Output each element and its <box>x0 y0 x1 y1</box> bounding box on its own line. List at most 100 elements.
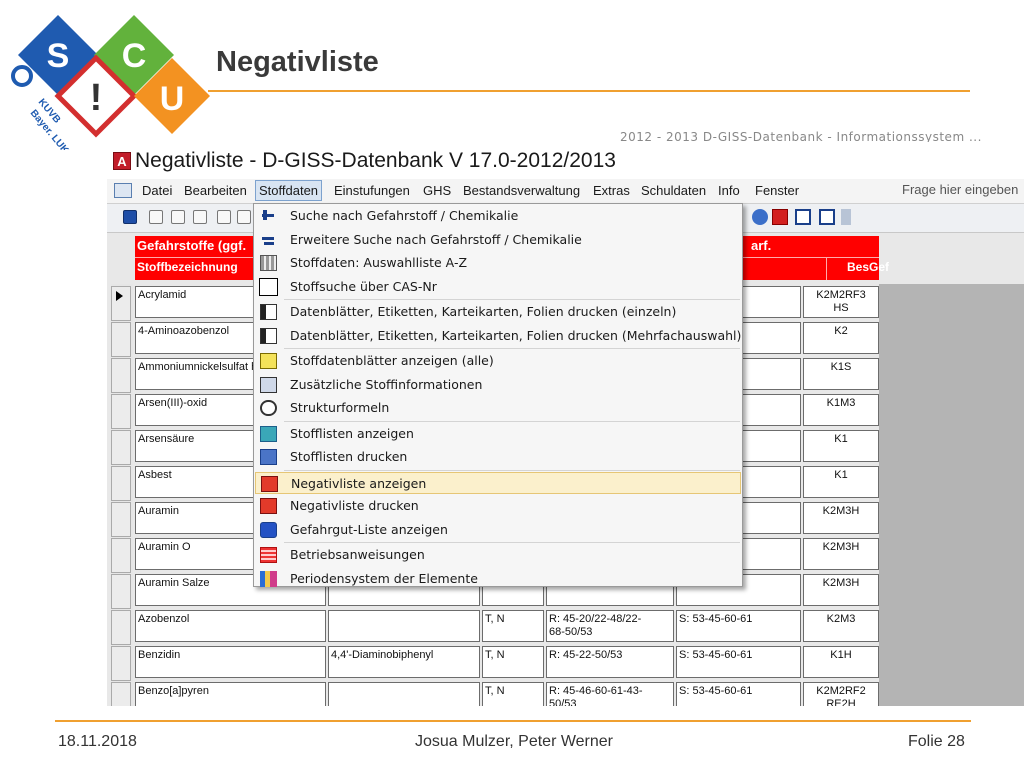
cell-symbol[interactable]: T, N <box>482 610 544 642</box>
cell-besgef[interactable]: K2M2RF3 HS <box>803 286 879 318</box>
cell-synonym[interactable]: 4,4'-Diaminobiphenyl <box>328 646 480 678</box>
menu-item-label: Zusätzliche Stoffinformationen <box>290 376 483 392</box>
cell-s[interactable]: S: 53-45-60-61 <box>676 610 801 642</box>
menu-item-advanced-search[interactable]: Erweitere Suche nach Gefahrstoff / Chemi… <box>255 229 741 251</box>
back-icon[interactable] <box>123 210 137 224</box>
menu-item-negative-list[interactable]: Negativliste anzeigen <box>255 471 741 494</box>
footer-divider <box>55 720 971 722</box>
record-selector[interactable] <box>111 322 131 357</box>
cell-s[interactable]: S: 53-45-60-61 <box>676 646 801 678</box>
menu-item-label: Stofflisten anzeigen <box>290 425 414 441</box>
scu-logo: S C ! U KUVB Bayer. LUK <box>11 15 210 150</box>
footer-slide-number: Folie 28 <box>908 733 965 750</box>
cell-besgef[interactable]: K1H <box>803 646 879 678</box>
menu-item-label: Gefahrgut-Liste anzeigen <box>290 521 448 537</box>
menu-item-list-az[interactable]: Stoffdaten: Auswahlliste A-Z <box>255 252 741 274</box>
menu-bestandsverwaltung[interactable]: Bestandsverwaltung <box>463 183 580 198</box>
menu-item-label: Stoffdaten: Auswahlliste A-Z <box>290 255 468 270</box>
cell-besgef[interactable]: K2M3H <box>803 538 879 570</box>
menu-schuldaten[interactable]: Schuldaten <box>641 183 706 198</box>
cell-symbol[interactable]: T, N <box>482 646 544 678</box>
menu-item-label: Stofflisten drucken <box>290 449 408 464</box>
menu-item-list-print[interactable]: Stofflisten drucken <box>255 446 741 468</box>
cell-name[interactable]: Benzidin <box>135 646 326 678</box>
info-sheet-icon <box>260 376 277 393</box>
cell-r[interactable]: R: 45-20/22-48/22- 68-50/53 <box>546 610 674 642</box>
cell-s[interactable]: S: 53-45-60-61 <box>676 682 801 706</box>
record-selector[interactable] <box>111 538 131 573</box>
pdf-icon[interactable] <box>772 209 788 225</box>
menu-item-list-view[interactable]: Stofflisten anzeigen <box>255 423 741 445</box>
current-record-arrow <box>116 291 123 301</box>
record-selector[interactable] <box>111 394 131 429</box>
menu-item-key-search[interactable]: Suche nach Gefahrstoff / Chemikalie <box>255 205 741 227</box>
cell-symbol[interactable]: T, N <box>482 682 544 706</box>
menu-ghs[interactable]: GHS <box>423 183 451 198</box>
menu-einstufungen[interactable]: Einstufungen <box>334 183 410 198</box>
record-selector[interactable] <box>111 610 131 645</box>
advanced-search-icon <box>260 231 277 248</box>
menu-item-cas[interactable]: Stoffsuche über CAS-Nr <box>255 276 741 298</box>
record-selector[interactable] <box>111 646 131 681</box>
cell-synonym[interactable] <box>328 610 480 642</box>
menu-item-label: Periodensystem der Elemente <box>290 570 478 586</box>
menu-fenster[interactable]: Fenster <box>755 183 799 198</box>
toolbar-overflow-icon[interactable] <box>841 209 851 225</box>
record-selector[interactable] <box>111 682 131 706</box>
cell-besgef[interactable]: K1 <box>803 466 879 498</box>
cell-besgef[interactable]: K2M2RF2 RE2H <box>803 682 879 706</box>
menu-item-print-sheet[interactable]: Datenblätter, Etiketten, Karteikarten, F… <box>255 301 741 323</box>
svg-text:C: C <box>122 37 147 75</box>
cell-r[interactable]: R: 45-22-50/53 <box>546 646 674 678</box>
menu-info[interactable]: Info <box>718 183 740 198</box>
instructions-icon <box>260 547 277 563</box>
cell-name[interactable]: Azobenzol <box>135 610 326 642</box>
negative-print-icon <box>260 498 277 514</box>
window-icon[interactable] <box>795 209 811 225</box>
svg-text:U: U <box>160 80 185 118</box>
cell-besgef[interactable]: K1S <box>803 358 879 390</box>
print-icon[interactable] <box>217 210 231 224</box>
menu-datei[interactable]: Datei <box>142 183 172 198</box>
help-icon[interactable] <box>752 209 768 225</box>
menu-item-structure[interactable]: Strukturformeln <box>255 397 741 419</box>
window-titlebar[interactable]: A Negativliste - D-GISS-Datenbank V 17.0… <box>107 143 1024 179</box>
menu-item-datasheets[interactable]: Stoffdatenblätter anzeigen (alle) <box>255 350 741 372</box>
cas-icon <box>259 277 278 296</box>
record-selector[interactable] <box>111 430 131 465</box>
print-preview-icon[interactable] <box>193 210 207 224</box>
preview-icon[interactable] <box>171 210 185 224</box>
record-selector[interactable] <box>111 466 131 501</box>
menu-item-info-sheet[interactable]: Zusätzliche Stoffinformationen <box>255 374 741 396</box>
cell-besgef[interactable]: K2M3H <box>803 502 879 534</box>
menu-item-dangerous-goods[interactable]: Gefahrgut-Liste anzeigen <box>255 519 741 541</box>
menu-separator <box>284 542 740 543</box>
cell-name[interactable]: Benzo[a]pyren <box>135 682 326 706</box>
cell-synonym[interactable] <box>328 682 480 706</box>
periodic-table-icon <box>260 570 277 587</box>
form-icon[interactable] <box>114 183 132 198</box>
cell-besgef[interactable]: K1M3 <box>803 394 879 426</box>
key-search-icon <box>260 208 277 224</box>
menu-item-periodic-table[interactable]: Periodensystem der Elemente <box>255 568 741 590</box>
title-divider <box>208 90 970 92</box>
record-selector[interactable] <box>111 502 131 537</box>
cell-r[interactable]: R: 45-46-60-61-43- 50/53 <box>546 682 674 706</box>
save-icon[interactable] <box>149 210 163 224</box>
cell-besgef[interactable]: K2M3 <box>803 610 879 642</box>
cell-besgef[interactable]: K1 <box>803 430 879 462</box>
menu-extras[interactable]: Extras <box>593 183 630 198</box>
menu-item-print-multi[interactable]: Datenblätter, Etiketten, Karteikarten, F… <box>255 325 741 347</box>
spell-icon[interactable] <box>237 210 251 224</box>
menu-stoffdaten[interactable]: Stoffdaten <box>255 180 323 201</box>
menu-bearbeiten[interactable]: Bearbeiten <box>184 183 247 198</box>
cell-besgef[interactable]: K2 <box>803 322 879 354</box>
close-form-icon[interactable] <box>819 209 835 225</box>
record-selector[interactable] <box>111 574 131 609</box>
cell-besgef[interactable]: K2M3H <box>803 574 879 606</box>
menu-item-negative-print[interactable]: Negativliste drucken <box>255 495 741 517</box>
menu-separator <box>284 469 740 471</box>
help-search-input[interactable]: Frage hier eingeben <box>902 182 1018 197</box>
menu-item-instructions[interactable]: Betriebsanweisungen <box>255 544 741 566</box>
record-selector[interactable] <box>111 358 131 393</box>
